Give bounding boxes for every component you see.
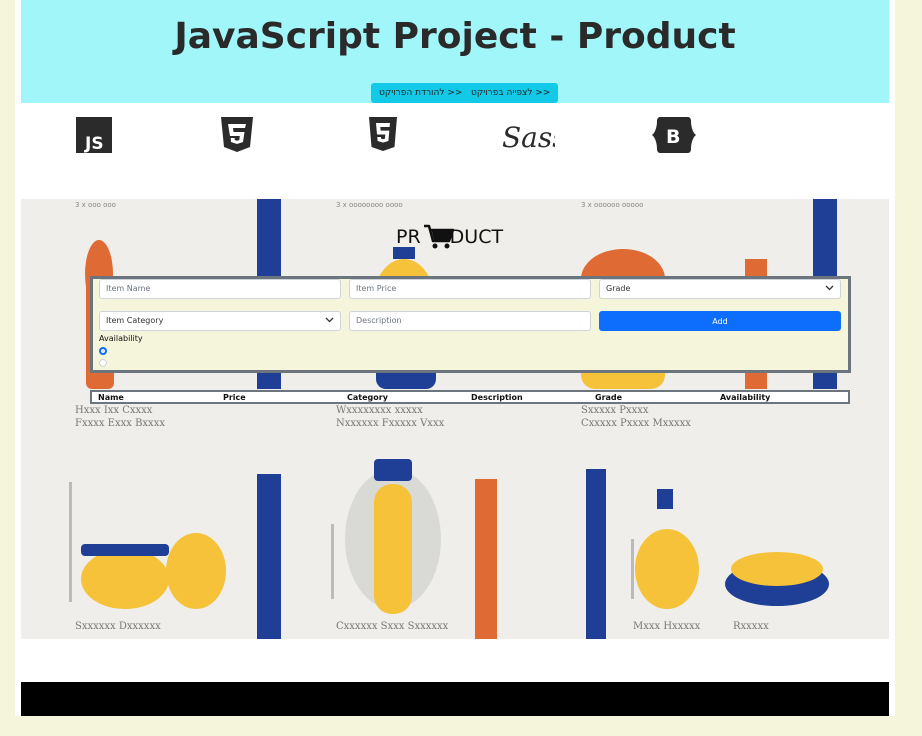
column-category: Category <box>347 393 388 402</box>
footer <box>21 682 889 716</box>
availability-label: Availability <box>99 334 143 343</box>
svg-text:Hxxx Ixx Cxxxx: Hxxx Ixx Cxxxx <box>75 405 153 416</box>
column-grade: Grade <box>595 393 623 402</box>
svg-text:Wxxxxxxxx xxxxx: Wxxxxxxxx xxxxx <box>336 405 423 416</box>
svg-text:Rxxxxx: Rxxxxx <box>733 621 769 632</box>
js-icon: JS <box>76 117 112 158</box>
sass-icon: Sass <box>501 117 567 162</box>
svg-text:3 x oooooo ooooo: 3 x oooooo ooooo <box>581 201 643 209</box>
svg-text:B: B <box>666 126 680 148</box>
add-button[interactable]: Add <box>599 311 841 331</box>
item-price-input[interactable]: Item Price <box>349 279 591 299</box>
availability-radio-no[interactable] <box>99 359 107 367</box>
svg-text:Cxxxxx Pxxxx Mxxxxx: Cxxxxx Pxxxx Mxxxxx <box>581 418 691 429</box>
svg-text:Fxxxx Exxx Bxxxx: Fxxxx Exxx Bxxxx <box>75 418 165 429</box>
column-availability: Availability <box>720 393 771 402</box>
column-name: Name <box>98 393 124 402</box>
svg-text:Cxxxxxx Sxxx Sxxxxxx: Cxxxxxx Sxxx Sxxxxxx <box>336 621 449 632</box>
svg-text:Sxxxxx Pxxxx: Sxxxxx Pxxxx <box>581 405 649 416</box>
item-price-placeholder: Item Price <box>356 284 397 293</box>
hero-background-image: 3 x ooo ooo 3 x oooooooo oooo 3 x oooooo… <box>21 199 889 639</box>
item-category-select[interactable]: Item Category <box>99 311 341 331</box>
bootstrap-icon: B <box>652 117 696 158</box>
svg-text:Sass: Sass <box>502 121 555 154</box>
svg-text:Mxxx Hxxxxx: Mxxx Hxxxxx <box>633 621 701 632</box>
chevron-down-icon <box>825 285 834 291</box>
grade-select[interactable]: Grade <box>599 279 841 299</box>
column-price: Price <box>223 393 246 402</box>
page-title: JavaScript Project - Product <box>174 16 736 57</box>
description-input[interactable]: Description <box>349 311 591 331</box>
css3-icon <box>218 117 256 158</box>
product-heading: PR DUCT <box>396 224 503 250</box>
product-form: Item Name Item Price Grade Item Category… <box>90 276 851 373</box>
availability-radio-yes[interactable] <box>99 347 107 355</box>
download-project-button[interactable]: << להורדת הפרויקט <box>371 83 471 103</box>
description-placeholder: Description <box>356 316 402 325</box>
item-name-input[interactable]: Item Name <box>99 279 341 299</box>
page: JavaScript Project - Product << להורדת ה… <box>15 0 895 716</box>
products-table-header: Name Price Category Description Grade Av… <box>90 390 850 404</box>
grade-selected-value: Grade <box>606 284 631 293</box>
svg-text:Sxxxxxx Dxxxxxx: Sxxxxxx Dxxxxxx <box>75 621 161 632</box>
html5-icon <box>368 117 398 158</box>
column-description: Description <box>471 393 523 402</box>
svg-text:3 x ooo ooo: 3 x ooo ooo <box>75 201 116 209</box>
tech-logos: JS Sass B <box>21 103 889 199</box>
svg-text:JS: JS <box>84 134 104 153</box>
item-name-placeholder: Item Name <box>106 284 151 293</box>
view-project-button[interactable]: << לצפייה בפרויקט <box>463 83 559 103</box>
product-heading-left: PR <box>396 226 421 248</box>
svg-text:3 x oooooooo oooo: 3 x oooooooo oooo <box>336 201 403 209</box>
header: JavaScript Project - Product << להורדת ה… <box>21 0 889 103</box>
chevron-down-icon <box>325 317 334 323</box>
svg-text:Nxxxxxx Fxxxxx Vxxx: Nxxxxxx Fxxxxx Vxxx <box>336 418 445 429</box>
product-heading-right: DUCT <box>449 226 504 248</box>
item-category-selected-value: Item Category <box>106 316 164 325</box>
